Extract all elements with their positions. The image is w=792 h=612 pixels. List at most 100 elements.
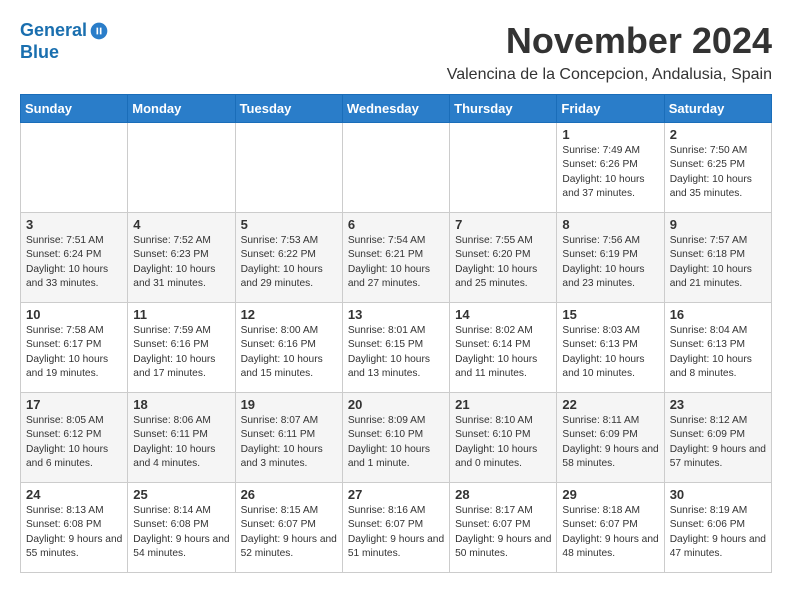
cell-content-20: Sunrise: 8:09 AM Sunset: 6:10 PM Dayligh… <box>348 414 444 471</box>
day-number-9: 9 <box>670 217 766 232</box>
cell-w1-d2 <box>128 123 235 213</box>
cell-content-12: Sunrise: 8:00 AM Sunset: 6:16 PM Dayligh… <box>241 324 337 381</box>
cell-content-1: Sunrise: 7:49 AM Sunset: 6:26 PM Dayligh… <box>562 144 658 201</box>
day-number-28: 28 <box>455 487 551 502</box>
day-number-26: 26 <box>241 487 337 502</box>
header-thursday: Thursday <box>450 95 557 123</box>
header-saturday: Saturday <box>664 95 771 123</box>
calendar-body: 1 Sunrise: 7:49 AM Sunset: 6:26 PM Daylig… <box>21 123 772 573</box>
page-header: General Blue November 2024 Valencina de … <box>20 20 772 84</box>
cell-w4-d5: 21 Sunrise: 8:10 AM Sunset: 6:10 PM Dayli… <box>450 393 557 483</box>
day-number-10: 10 <box>26 307 122 322</box>
cell-w3-d2: 11Sunrise: 7:59 AM Sunset: 6:16 PM Dayli… <box>128 303 235 393</box>
week-row-1: 1 Sunrise: 7:49 AM Sunset: 6:26 PM Daylig… <box>21 123 772 213</box>
day-number-20: 20 <box>348 397 444 412</box>
cell-w4-d3: 19Sunrise: 8:07 AM Sunset: 6:11 PM Dayli… <box>235 393 342 483</box>
cell-content-13: Sunrise: 8:01 AM Sunset: 6:15 PM Dayligh… <box>348 324 444 381</box>
cell-content-27: Sunrise: 8:16 AM Sunset: 6:07 PM Dayligh… <box>348 504 444 561</box>
cell-w2-d5: 7Sunrise: 7:55 AM Sunset: 6:20 PM Daylig… <box>450 213 557 303</box>
cell-w5-d6: 29 Sunrise: 8:18 AM Sunset: 6:07 PM Dayli… <box>557 483 664 573</box>
day-number-16: 16 <box>670 307 766 322</box>
cell-content-25: Sunrise: 8:14 AM Sunset: 6:08 PM Dayligh… <box>133 504 229 561</box>
cell-content-17: Sunrise: 8:05 AM Sunset: 6:12 PM Dayligh… <box>26 414 122 471</box>
logo-general: General <box>20 20 87 40</box>
cell-w3-d1: 10Sunrise: 7:58 AM Sunset: 6:17 PM Dayli… <box>21 303 128 393</box>
cell-w4-d4: 20 Sunrise: 8:09 AM Sunset: 6:10 PM Dayli… <box>342 393 449 483</box>
title-block: November 2024 Valencina de la Concepcion… <box>447 20 772 84</box>
cell-content-23: Sunrise: 8:12 AM Sunset: 6:09 PM Dayligh… <box>670 414 766 471</box>
day-number-30: 30 <box>670 487 766 502</box>
day-number-29: 29 <box>562 487 658 502</box>
header-friday: Friday <box>557 95 664 123</box>
day-number-4: 4 <box>133 217 229 232</box>
cell-content-26: Sunrise: 8:15 AM Sunset: 6:07 PM Dayligh… <box>241 504 337 561</box>
week-row-2: 3 Sunrise: 7:51 AM Sunset: 6:24 PM Daylig… <box>21 213 772 303</box>
cell-w3-d6: 15 Sunrise: 8:03 AM Sunset: 6:13 PM Dayli… <box>557 303 664 393</box>
cell-content-29: Sunrise: 8:18 AM Sunset: 6:07 PM Dayligh… <box>562 504 658 561</box>
cell-content-21: Sunrise: 8:10 AM Sunset: 6:10 PM Dayligh… <box>455 414 551 471</box>
logo-icon <box>89 21 109 41</box>
cell-w1-d5 <box>450 123 557 213</box>
day-number-22: 22 <box>562 397 658 412</box>
month-title: November 2024 <box>447 20 772 62</box>
cell-content-8: Sunrise: 7:56 AM Sunset: 6:19 PM Dayligh… <box>562 234 658 291</box>
calendar-table: Sunday Monday Tuesday Wednesday Thursday… <box>20 94 772 573</box>
day-number-23: 23 <box>670 397 766 412</box>
cell-w1-d6: 1 Sunrise: 7:49 AM Sunset: 6:26 PM Daylig… <box>557 123 664 213</box>
day-number-2: 2 <box>670 127 766 142</box>
cell-w4-d6: 22 Sunrise: 8:11 AM Sunset: 6:09 PM Dayli… <box>557 393 664 483</box>
cell-content-18: Sunrise: 8:06 AM Sunset: 6:11 PM Dayligh… <box>133 414 229 471</box>
week-row-4: 17 Sunrise: 8:05 AM Sunset: 6:12 PM Dayli… <box>21 393 772 483</box>
day-number-21: 21 <box>455 397 551 412</box>
logo-text: General <box>20 20 87 42</box>
header-row: Sunday Monday Tuesday Wednesday Thursday… <box>21 95 772 123</box>
day-number-5: 5 <box>241 217 337 232</box>
cell-content-24: Sunrise: 8:13 AM Sunset: 6:08 PM Dayligh… <box>26 504 122 561</box>
day-number-6: 6 <box>348 217 444 232</box>
day-number-1: 1 <box>562 127 658 142</box>
cell-content-16: Sunrise: 8:04 AM Sunset: 6:13 PM Dayligh… <box>670 324 766 381</box>
day-number-12: 12 <box>241 307 337 322</box>
day-number-14: 14 <box>455 307 551 322</box>
cell-w5-d5: 28 Sunrise: 8:17 AM Sunset: 6:07 PM Dayli… <box>450 483 557 573</box>
cell-content-22: Sunrise: 8:11 AM Sunset: 6:09 PM Dayligh… <box>562 414 658 471</box>
cell-content-15: Sunrise: 8:03 AM Sunset: 6:13 PM Dayligh… <box>562 324 658 381</box>
cell-w4-d1: 17 Sunrise: 8:05 AM Sunset: 6:12 PM Dayli… <box>21 393 128 483</box>
day-number-17: 17 <box>26 397 122 412</box>
cell-content-11: Sunrise: 7:59 AM Sunset: 6:16 PM Dayligh… <box>133 324 229 381</box>
cell-content-28: Sunrise: 8:17 AM Sunset: 6:07 PM Dayligh… <box>455 504 551 561</box>
cell-w5-d3: 26 Sunrise: 8:15 AM Sunset: 6:07 PM Dayli… <box>235 483 342 573</box>
cell-w2-d6: 8 Sunrise: 7:56 AM Sunset: 6:19 PM Daylig… <box>557 213 664 303</box>
logo-blue: Blue <box>20 42 59 64</box>
logo: General Blue <box>20 20 109 63</box>
cell-w5-d2: 25Sunrise: 8:14 AM Sunset: 6:08 PM Dayli… <box>128 483 235 573</box>
week-row-5: 24Sunrise: 8:13 AM Sunset: 6:08 PM Dayli… <box>21 483 772 573</box>
day-number-3: 3 <box>26 217 122 232</box>
day-number-15: 15 <box>562 307 658 322</box>
cell-content-2: Sunrise: 7:50 AM Sunset: 6:25 PM Dayligh… <box>670 144 766 201</box>
cell-content-3: Sunrise: 7:51 AM Sunset: 6:24 PM Dayligh… <box>26 234 122 291</box>
cell-w1-d1 <box>21 123 128 213</box>
header-sunday: Sunday <box>21 95 128 123</box>
cell-w5-d7: 30 Sunrise: 8:19 AM Sunset: 6:06 PM Dayli… <box>664 483 771 573</box>
cell-w5-d4: 27 Sunrise: 8:16 AM Sunset: 6:07 PM Dayli… <box>342 483 449 573</box>
day-number-27: 27 <box>348 487 444 502</box>
day-number-8: 8 <box>562 217 658 232</box>
cell-w4-d7: 23 Sunrise: 8:12 AM Sunset: 6:09 PM Dayli… <box>664 393 771 483</box>
header-wednesday: Wednesday <box>342 95 449 123</box>
day-number-13: 13 <box>348 307 444 322</box>
cell-w2-d4: 6Sunrise: 7:54 AM Sunset: 6:21 PM Daylig… <box>342 213 449 303</box>
location-title: Valencina de la Concepcion, Andalusia, S… <box>447 66 772 84</box>
cell-w4-d2: 18Sunrise: 8:06 AM Sunset: 6:11 PM Dayli… <box>128 393 235 483</box>
week-row-3: 10Sunrise: 7:58 AM Sunset: 6:17 PM Dayli… <box>21 303 772 393</box>
cell-content-30: Sunrise: 8:19 AM Sunset: 6:06 PM Dayligh… <box>670 504 766 561</box>
cell-w1-d7: 2 Sunrise: 7:50 AM Sunset: 6:25 PM Daylig… <box>664 123 771 213</box>
cell-content-7: Sunrise: 7:55 AM Sunset: 6:20 PM Dayligh… <box>455 234 551 291</box>
cell-content-9: Sunrise: 7:57 AM Sunset: 6:18 PM Dayligh… <box>670 234 766 291</box>
cell-w3-d4: 13 Sunrise: 8:01 AM Sunset: 6:15 PM Dayli… <box>342 303 449 393</box>
cell-content-14: Sunrise: 8:02 AM Sunset: 6:14 PM Dayligh… <box>455 324 551 381</box>
header-monday: Monday <box>128 95 235 123</box>
header-tuesday: Tuesday <box>235 95 342 123</box>
cell-w3-d7: 16 Sunrise: 8:04 AM Sunset: 6:13 PM Dayli… <box>664 303 771 393</box>
cell-w2-d2: 4Sunrise: 7:52 AM Sunset: 6:23 PM Daylig… <box>128 213 235 303</box>
